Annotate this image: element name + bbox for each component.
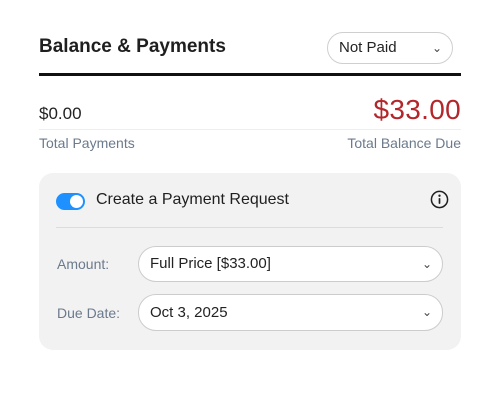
- payment-request-toggle-label: Create a Payment Request: [96, 191, 289, 208]
- header-divider: [39, 73, 461, 76]
- due-date-select-value: Oct 3, 2025: [150, 304, 228, 321]
- toggle-knob: [70, 195, 83, 208]
- summary-divider: [39, 129, 461, 130]
- payment-request-toggle[interactable]: [56, 193, 85, 210]
- chevron-down-icon: ⌄: [431, 41, 442, 55]
- total-payments-value: $0.00: [39, 104, 82, 123]
- amount-select-value: Full Price [$33.00]: [150, 255, 271, 272]
- card-divider: [56, 227, 443, 228]
- due-date-label: Due Date:: [57, 305, 121, 321]
- chevron-down-icon: ⌄: [421, 305, 432, 319]
- info-icon[interactable]: [430, 190, 449, 209]
- amount-select[interactable]: Full Price [$33.00] ⌄: [138, 246, 443, 282]
- due-date-select[interactable]: Oct 3, 2025 ⌄: [138, 294, 443, 331]
- chevron-down-icon: ⌄: [421, 257, 432, 271]
- total-balance-value: $33.00: [373, 94, 461, 125]
- amount-label: Amount:: [57, 256, 110, 272]
- payment-status-value: Not Paid: [339, 39, 397, 56]
- total-payments-label: Total Payments: [39, 135, 135, 151]
- total-balance-label: Total Balance Due: [347, 135, 461, 151]
- payment-status-select[interactable]: Not Paid ⌄: [327, 32, 453, 64]
- payment-request-card: Create a Payment Request Amount: Full Pr…: [39, 173, 461, 350]
- balance-header: Balance & Payments Not Paid ⌄: [39, 30, 461, 74]
- section-title: Balance & Payments: [39, 36, 226, 57]
